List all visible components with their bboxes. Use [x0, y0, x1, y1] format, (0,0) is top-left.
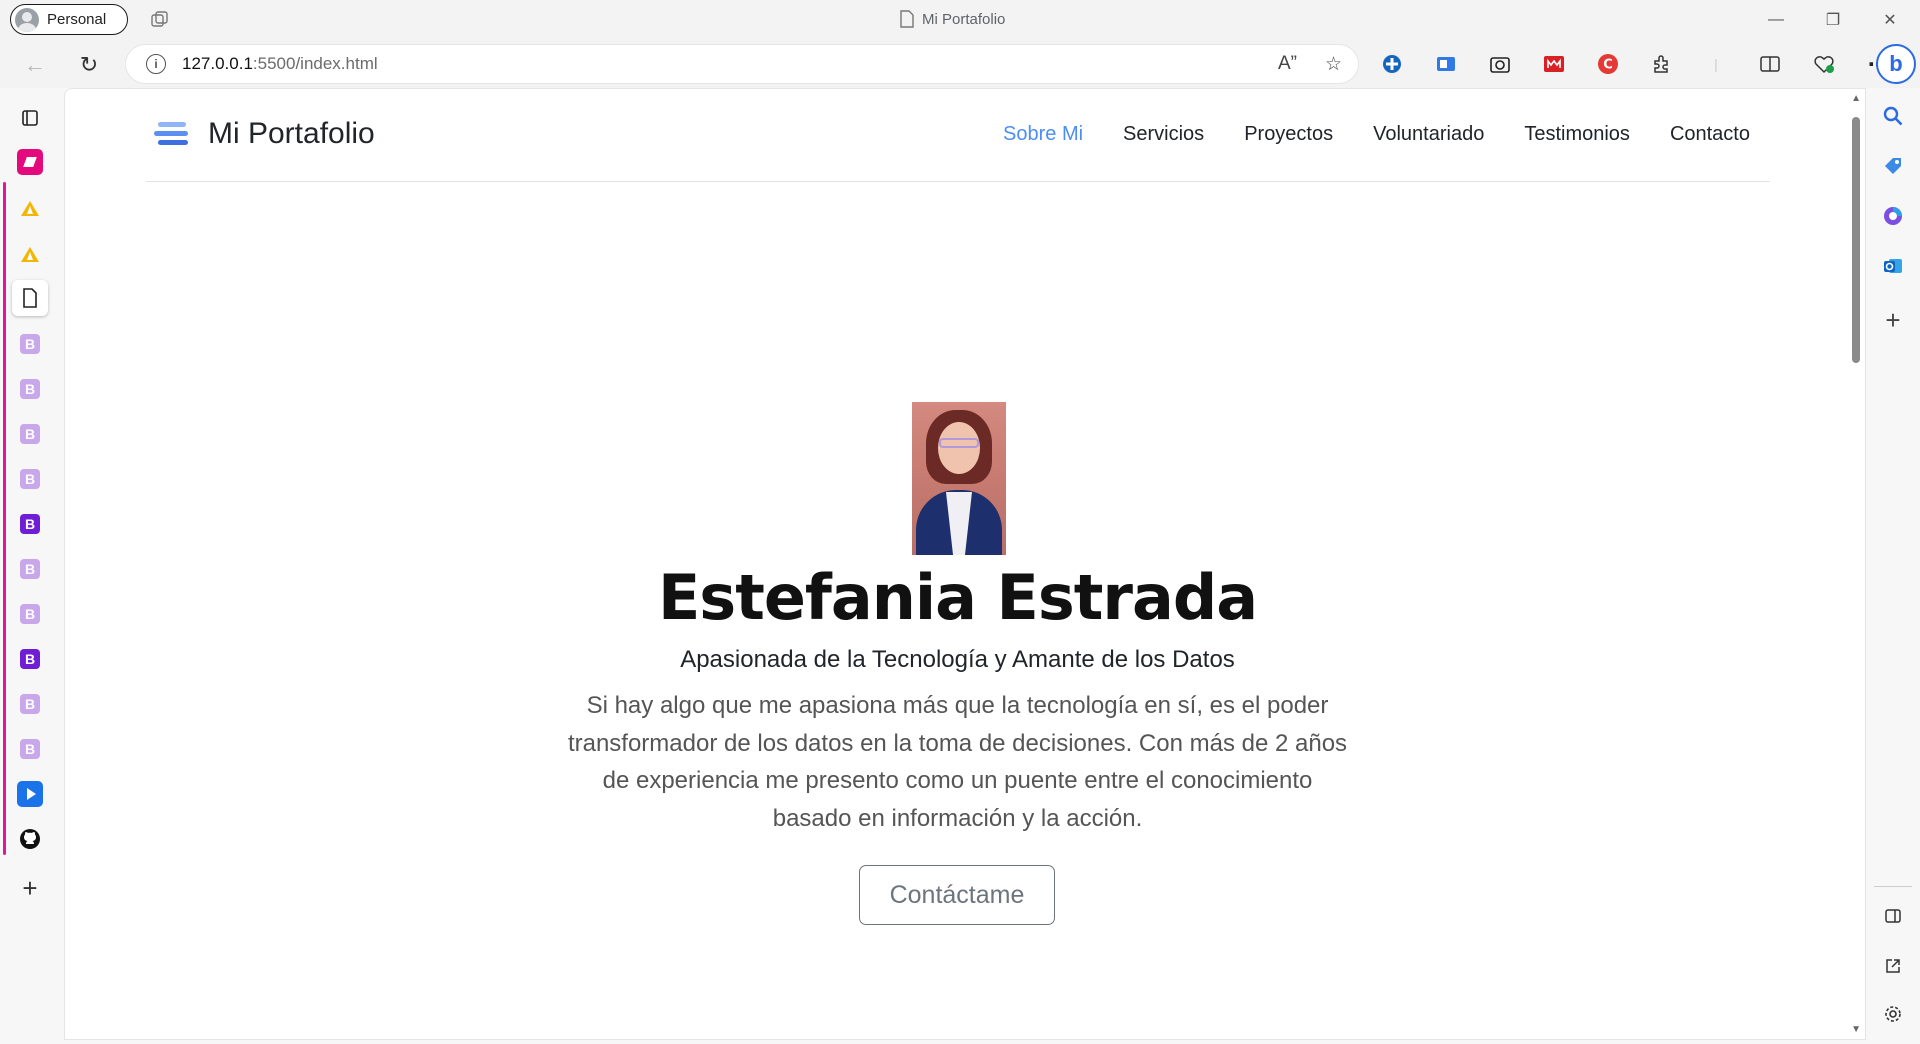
- brand[interactable]: Mi Portafolio: [154, 117, 375, 151]
- screenshot-icon[interactable]: [1486, 50, 1514, 78]
- tab-b-9[interactable]: B: [12, 686, 48, 722]
- hide-sidebar-icon[interactable]: [1877, 900, 1909, 932]
- hero-section: Estefania Estrada Apasionada de la Tecno…: [65, 89, 1850, 1039]
- tab-b-4[interactable]: B: [12, 461, 48, 497]
- hero-description: Si hay algo que me apasiona más que la t…: [565, 687, 1350, 837]
- search-icon[interactable]: [1877, 100, 1909, 132]
- tab-google-drive-icon[interactable]: [12, 190, 48, 226]
- scroll-thumb[interactable]: [1852, 117, 1860, 363]
- shopping-tag-icon[interactable]: [1877, 150, 1909, 182]
- back-button[interactable]: ←: [18, 48, 52, 82]
- tab-active-document-icon[interactable]: [12, 280, 48, 316]
- edge-sidebar: +: [1866, 88, 1920, 1044]
- extension-red-icon[interactable]: [1540, 50, 1568, 78]
- nav-link-testimonios[interactable]: Testimonios: [1524, 123, 1630, 146]
- nav-link-proyectos[interactable]: Proyectos: [1244, 123, 1333, 146]
- tab-b-6[interactable]: B: [12, 551, 48, 587]
- workspaces-icon[interactable]: [150, 10, 170, 30]
- url-text[interactable]: 127.0.0.1:5500/index.html: [182, 54, 378, 74]
- profile-label: Personal: [47, 11, 107, 28]
- page-scrollbar[interactable]: ▲ ▼: [1848, 89, 1865, 1039]
- page-icon: [900, 10, 914, 28]
- close-button[interactable]: ✕: [1870, 4, 1910, 36]
- hero-name: Estefania Estrada: [657, 561, 1258, 634]
- extension-outlook-icon[interactable]: [1432, 50, 1460, 78]
- window-title: Mi Portafolio: [900, 10, 1005, 28]
- nav-link-contacto[interactable]: Contacto: [1670, 123, 1750, 146]
- svg-text:C: C: [1603, 58, 1613, 73]
- contact-me-button[interactable]: Contáctame: [859, 865, 1055, 925]
- tab-b-2[interactable]: B: [12, 371, 48, 407]
- add-sidebar-app-button[interactable]: +: [1877, 304, 1909, 336]
- brand-logo-icon: [154, 120, 190, 148]
- tab-b-8[interactable]: B: [12, 641, 48, 677]
- hero-description-line: transformador de los datos en la toma de…: [567, 729, 1348, 757]
- brand-name: Mi Portafolio: [208, 117, 375, 150]
- read-aloud-icon[interactable]: A”: [1278, 53, 1297, 76]
- tab-github-icon[interactable]: [12, 821, 48, 857]
- avatar: [15, 7, 39, 32]
- refresh-button[interactable]: ↻: [72, 48, 106, 82]
- tab-group-indicator: [3, 182, 6, 855]
- site-info-icon[interactable]: i: [146, 54, 166, 74]
- extension-c-icon[interactable]: C: [1594, 50, 1622, 78]
- tab-google-drive-icon-2[interactable]: [12, 236, 48, 272]
- office-icon[interactable]: [1877, 200, 1909, 232]
- nav-link-sobre-mi[interactable]: Sobre Mi: [1003, 123, 1083, 146]
- profile-button[interactable]: Personal: [10, 4, 128, 35]
- tab-b-1[interactable]: B: [12, 326, 48, 362]
- tab-b-10[interactable]: B: [12, 731, 48, 767]
- hero-subtitle: Apasionada de la Tecnología y Amante de …: [680, 646, 1235, 673]
- tab-play-icon[interactable]: [12, 776, 48, 812]
- extensions-puzzle-icon[interactable]: [1648, 50, 1676, 78]
- settings-gear-icon[interactable]: [1877, 998, 1909, 1030]
- sidebar-divider: [1874, 886, 1912, 887]
- browser-essentials-icon[interactable]: [1810, 50, 1838, 78]
- hero-description-line: basado en información y la acción.: [772, 804, 1143, 832]
- address-bar[interactable]: i 127.0.0.1:5500/index.html A” ☆: [126, 45, 1358, 83]
- minimize-button[interactable]: —: [1756, 4, 1796, 36]
- site-navbar: Mi Portafolio Sobre Mi Servicios Proyect…: [146, 89, 1770, 182]
- hero-description-line: Si hay algo que me apasiona más que la t…: [586, 692, 1329, 719]
- tab-b-7[interactable]: B: [12, 596, 48, 632]
- star-icon[interactable]: ☆: [1325, 53, 1342, 76]
- new-tab-button[interactable]: +: [12, 870, 48, 906]
- window-title-text: Mi Portafolio: [922, 10, 1006, 28]
- extension-blue-icon[interactable]: [1378, 50, 1406, 78]
- tab-b-5[interactable]: B: [12, 506, 48, 542]
- toolbar-divider: |: [1714, 56, 1718, 72]
- outlook-icon[interactable]: [1877, 250, 1909, 282]
- hero-description-line: de experiencia me presento como un puent…: [602, 767, 1313, 794]
- nav-links: Sobre Mi Servicios Proyectos Voluntariad…: [1003, 123, 1750, 146]
- tab-actions-icon[interactable]: [12, 100, 48, 136]
- scroll-up-arrow[interactable]: ▲: [1851, 93, 1861, 104]
- browser-toolbar: ← ↻ i 127.0.0.1:5500/index.html A” ☆ C |…: [0, 40, 1920, 88]
- vertical-tabs-strip: B B B B B B B B B B +: [0, 88, 64, 1044]
- profile-photo: [912, 402, 1006, 555]
- tab-pink-app-icon[interactable]: [12, 144, 48, 180]
- title-bar: Personal Mi Portafolio — ❐ ✕: [0, 0, 1920, 40]
- nav-link-voluntariado[interactable]: Voluntariado: [1373, 123, 1484, 146]
- external-link-icon[interactable]: [1877, 950, 1909, 982]
- nav-link-servicios[interactable]: Servicios: [1123, 123, 1204, 146]
- scroll-down-arrow[interactable]: ▼: [1851, 1024, 1861, 1035]
- copilot-icon[interactable]: b: [1876, 44, 1916, 84]
- tab-b-3[interactable]: B: [12, 416, 48, 452]
- page-viewport: Estefania Estrada Apasionada de la Tecno…: [64, 88, 1866, 1040]
- restore-button[interactable]: ❐: [1813, 4, 1853, 36]
- split-screen-icon[interactable]: [1756, 50, 1784, 78]
